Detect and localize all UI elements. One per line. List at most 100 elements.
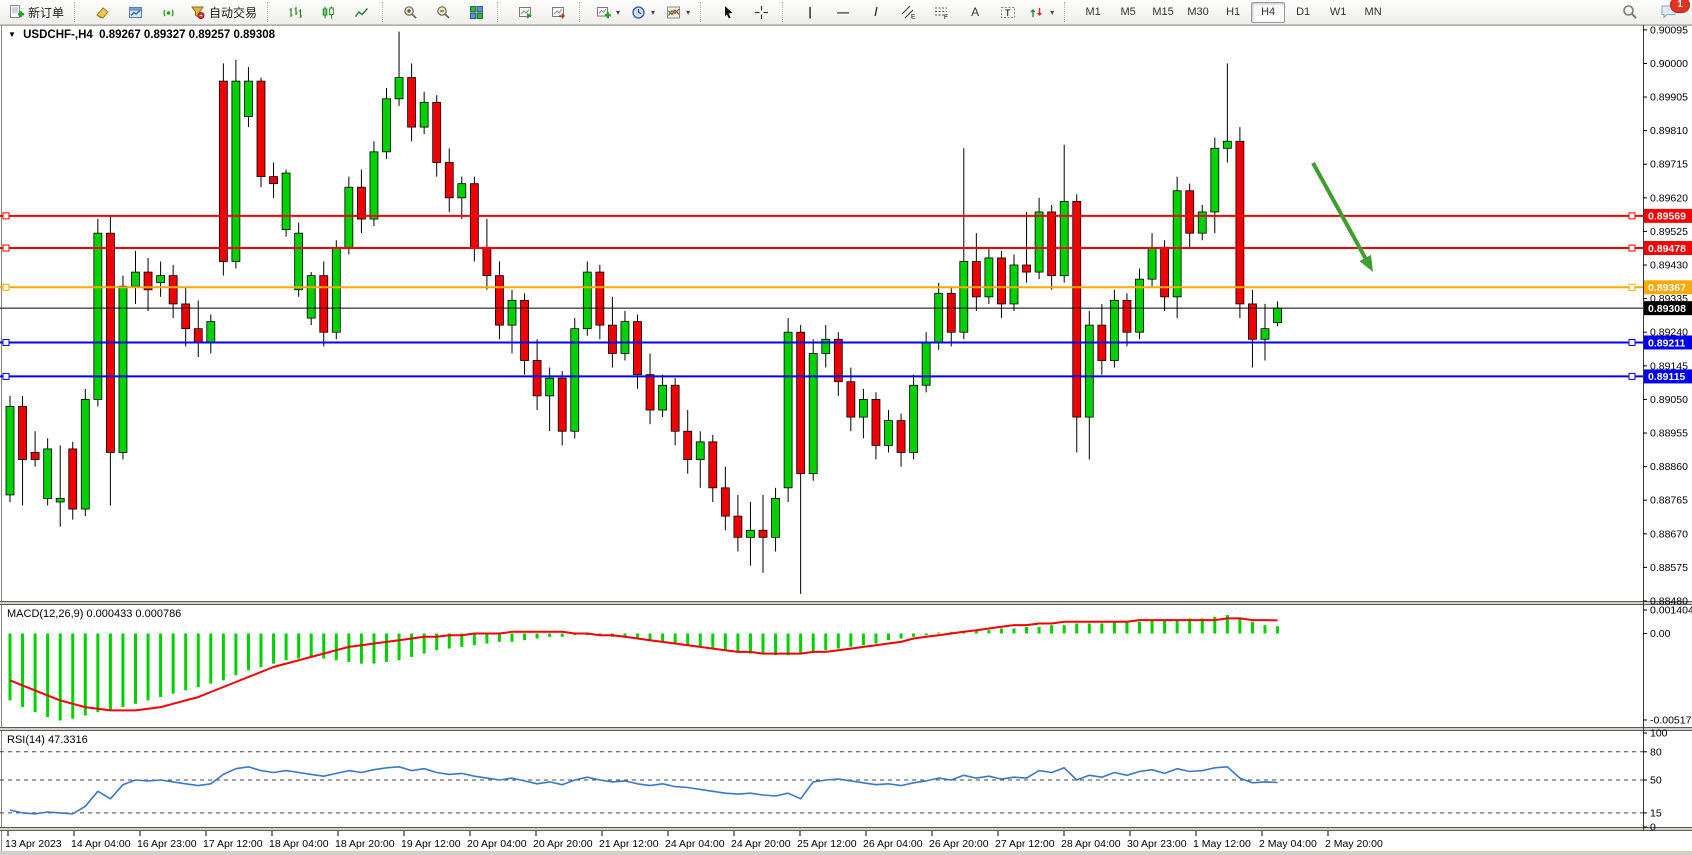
- line-handle[interactable]: [1629, 284, 1635, 290]
- signals-button[interactable]: [152, 1, 184, 24]
- cursor-button[interactable]: [712, 1, 744, 24]
- candle: [307, 276, 315, 318]
- line-handle[interactable]: [3, 284, 9, 290]
- candle: [571, 329, 579, 432]
- chart-step-icon: [551, 5, 566, 20]
- candle: [445, 162, 453, 197]
- styler-button[interactable]: [86, 1, 118, 24]
- line-handle[interactable]: [3, 373, 9, 379]
- line-handle[interactable]: [1629, 373, 1635, 379]
- candle: [1274, 308, 1282, 323]
- line-handle[interactable]: [3, 245, 9, 251]
- zoom-in-icon: [403, 5, 418, 20]
- candle: [646, 375, 654, 410]
- candlestick-chart-button[interactable]: [312, 1, 344, 24]
- profile-play-button[interactable]: [509, 1, 541, 24]
- chart-title-ohlc: 0.89267 0.89327 0.89257 0.89308: [99, 29, 275, 41]
- candle: [1211, 148, 1219, 212]
- timeframe-h1[interactable]: H1: [1216, 2, 1250, 23]
- chat-button[interactable]: 1: [1652, 1, 1684, 24]
- trendline-button[interactable]: /: [860, 1, 892, 24]
- bar-chart-button[interactable]: [279, 1, 311, 24]
- channel-button[interactable]: E: [893, 1, 925, 24]
- line-chart-icon: [354, 5, 369, 20]
- trendline-icon: /: [874, 6, 877, 18]
- time-axis[interactable]: [0, 831, 1692, 855]
- indicators-button[interactable]: ▾: [661, 1, 695, 24]
- autotrading-label: 自动交易: [209, 4, 257, 21]
- candle: [897, 421, 905, 453]
- candle: [56, 498, 64, 502]
- candle: [960, 261, 968, 332]
- candle: [495, 276, 503, 326]
- search-icon: [1622, 4, 1638, 20]
- zoom-out-button[interactable]: [427, 1, 459, 24]
- text-label-button[interactable]: T: [992, 1, 1024, 24]
- line-handle[interactable]: [1629, 339, 1635, 345]
- fibonacci-button[interactable]: F: [926, 1, 958, 24]
- periods-button[interactable]: ▾: [626, 1, 660, 24]
- tile-windows-button[interactable]: [460, 1, 492, 24]
- arrows-button[interactable]: ▾: [1025, 1, 1059, 24]
- candle: [659, 385, 667, 410]
- candle: [157, 276, 165, 283]
- timeframe-m5[interactable]: M5: [1111, 2, 1145, 23]
- text-button[interactable]: A: [959, 1, 991, 24]
- chart-canvas[interactable]: 0.900950.900000.899050.898100.897150.896…: [0, 25, 1692, 855]
- autotrading-icon: [190, 5, 205, 20]
- line-chart-button[interactable]: [345, 1, 377, 24]
- search-button[interactable]: [1614, 1, 1646, 24]
- zoom-in-button[interactable]: [394, 1, 426, 24]
- timeframe-d1[interactable]: D1: [1286, 2, 1320, 23]
- candle: [194, 329, 202, 343]
- timeframe-w1[interactable]: W1: [1321, 2, 1355, 23]
- vertical-line-button[interactable]: |: [794, 1, 826, 24]
- candle: [797, 332, 805, 473]
- candle: [772, 498, 780, 537]
- market-watch-button[interactable]: [119, 1, 151, 24]
- rsi-name: RSI(14): [7, 734, 45, 746]
- notification-badge[interactable]: 1: [1670, 0, 1690, 13]
- candle: [94, 233, 102, 399]
- candle: [709, 442, 717, 488]
- autotrading-button[interactable]: 自动交易: [185, 1, 262, 24]
- candle: [44, 449, 52, 499]
- candle: [583, 272, 591, 329]
- fibonacci-icon: F: [934, 5, 950, 20]
- chart-play-icon: [518, 5, 533, 20]
- timeframe-h4[interactable]: H4: [1251, 2, 1285, 23]
- new-order-button[interactable]: 新订单: [4, 1, 69, 24]
- candle: [458, 184, 466, 198]
- candle: [972, 261, 980, 296]
- candle: [922, 343, 930, 385]
- candle: [1161, 247, 1169, 297]
- candle: [784, 332, 792, 488]
- candle: [257, 81, 265, 176]
- timeframe-m1[interactable]: M1: [1076, 2, 1110, 23]
- profile-step-button[interactable]: [542, 1, 574, 24]
- price-axis[interactable]: [1643, 25, 1692, 831]
- chart-window[interactable]: 0.900950.900000.899050.898100.897150.896…: [0, 25, 1692, 855]
- timeframe-m15[interactable]: M15: [1146, 2, 1180, 23]
- toolbar-separator: [497, 2, 505, 22]
- horizontal-line-button[interactable]: —: [827, 1, 859, 24]
- new-chart-button[interactable]: ▾: [591, 1, 625, 24]
- line-handle[interactable]: [1629, 245, 1635, 251]
- timeframe-m30[interactable]: M30: [1181, 2, 1215, 23]
- timeframe-mn[interactable]: MN: [1356, 2, 1390, 23]
- line-handle[interactable]: [1629, 213, 1635, 219]
- candle: [533, 361, 541, 396]
- candle: [508, 300, 516, 325]
- horizontal-line-icon: —: [837, 6, 849, 18]
- crosshair-button[interactable]: [745, 1, 777, 24]
- candle: [81, 399, 89, 509]
- text-icon: A: [971, 6, 979, 18]
- candle: [696, 442, 704, 460]
- candle: [219, 81, 227, 261]
- line-handle[interactable]: [3, 339, 9, 345]
- candle: [885, 421, 893, 446]
- candle: [847, 382, 855, 417]
- candle: [295, 233, 303, 290]
- toolbar-separator: [1064, 2, 1072, 22]
- line-handle[interactable]: [3, 213, 9, 219]
